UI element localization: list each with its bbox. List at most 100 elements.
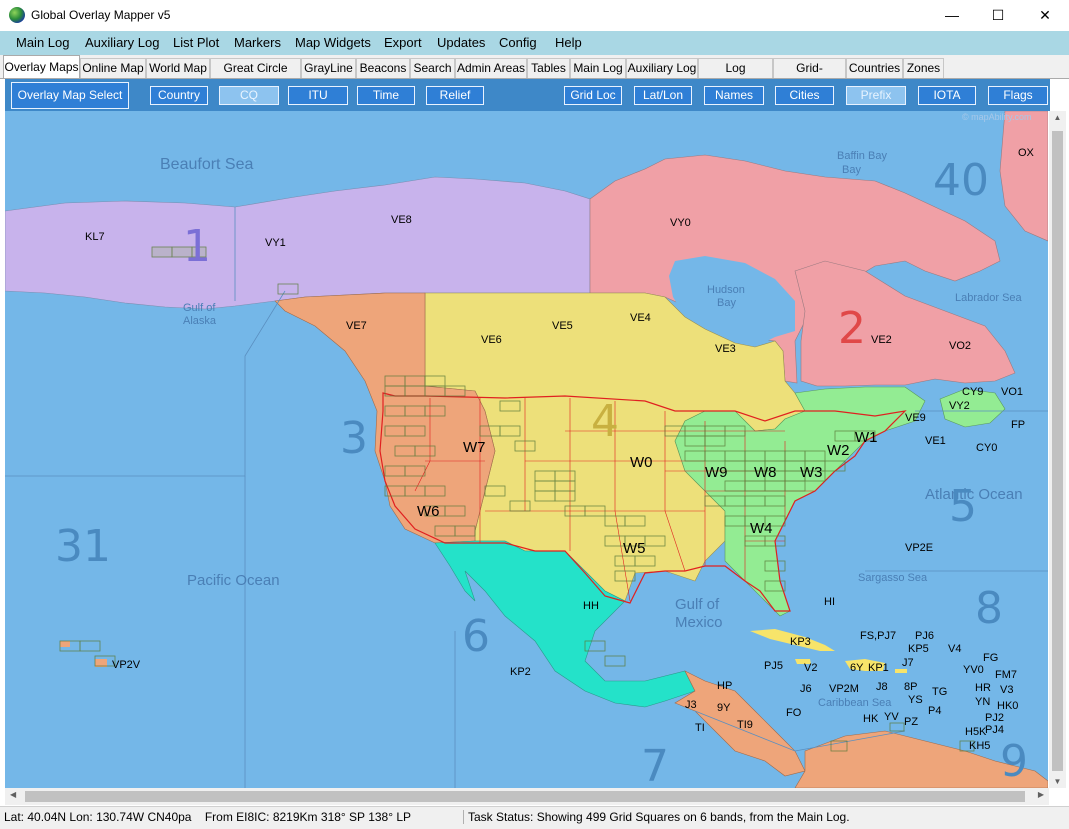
scroll-up-icon[interactable]: ▲ [1049,113,1066,122]
tab-main-log[interactable]: Main Log [570,58,626,78]
prefix-label: VE8 [391,214,412,226]
tab-tables[interactable]: Tables [527,58,570,78]
tab-overlay-maps[interactable]: Overlay Maps [3,55,80,78]
prefix-button[interactable]: Prefix [846,86,906,105]
tab-search[interactable]: Search [410,58,455,78]
lat-lon-button[interactable]: Lat/Lon [634,86,692,105]
zone-number: 31 [55,521,111,572]
prefix-label: FG [983,652,998,664]
prefix-label: FO [786,707,802,719]
call-area-label: W7 [463,439,486,456]
map-canvas[interactable]: Beaufort Sea Baffin Bay Bay Hudson Bay G… [5,111,1048,788]
sea-label: Sargasso Sea [858,572,928,584]
names-button[interactable]: Names [704,86,764,105]
tab-online-map[interactable]: Online Map [80,58,146,78]
menu-main-log[interactable]: Main Log [16,35,69,50]
scroll-left-icon[interactable]: ◀ [10,790,16,799]
sea-label: Baffin Bay [837,150,887,162]
prefix-label: VE2 [871,334,892,346]
prefix-label: PJ6 [915,630,934,642]
prefix-label: PZ [904,716,918,728]
menu-help[interactable]: Help [555,35,582,50]
tab-grayline[interactable]: GrayLine [301,58,356,78]
prefix-label: VE9 [905,412,926,424]
prefix-label: 6Y [850,662,864,674]
prefix-label: VE1 [925,435,946,447]
menu-updates[interactable]: Updates [437,35,485,50]
tab-countries[interactable]: Countries [846,58,903,78]
tab-admin-areas[interactable]: Admin Areas [455,58,527,78]
call-area-label: W5 [623,540,646,557]
sea-label: Gulf of [183,302,216,314]
iota-button[interactable]: IOTA [918,86,976,105]
prefix-label: FM7 [995,669,1017,681]
prefix-label: V4 [948,643,961,655]
relief-button[interactable]: Relief [426,86,484,105]
flags-button[interactable]: Flags [988,86,1048,105]
prefix-label: VE7 [346,320,367,332]
grid-loc-button[interactable]: Grid Loc [564,86,622,105]
prefix-label: HK [863,713,879,725]
overlay-map[interactable]: Beaufort Sea Baffin Bay Bay Hudson Bay G… [5,111,1048,788]
sea-label: Beaufort Sea [160,156,254,173]
menu-list-plot[interactable]: List Plot [173,35,219,50]
prefix-label: KL7 [85,231,105,243]
overlay-toolbar: Overlay Map Select Country CQ ITU Time R… [5,79,1050,111]
menu-config[interactable]: Config [499,35,537,50]
tab-zones[interactable]: Zones [903,58,944,78]
longitude-value: Lon: 130.74W [69,810,145,824]
sea-label: Gulf of [675,596,720,613]
prefix-label: HP [717,680,732,692]
menu-export[interactable]: Export [384,35,422,50]
prefix-label: OX [1018,147,1035,159]
sea-label: Mexico [675,614,723,631]
title-bar: Global Overlay Mapper v5 — ☐ ✕ [0,0,1069,31]
call-area-label: W1 [855,429,878,446]
menu-auxiliary-log[interactable]: Auxiliary Log [85,35,159,50]
sea-label: Bay [842,164,861,176]
tab-beacons[interactable]: Beacons [356,58,410,78]
prefix-label: CY0 [976,442,997,454]
prefix-label: YN [975,696,990,708]
tab-grid-squares[interactable]: Grid-Squares [773,58,846,94]
cq-button[interactable]: CQ [219,86,279,105]
maximize-button[interactable]: ☐ [975,0,1021,31]
close-button[interactable]: ✕ [1022,0,1068,31]
prefix-label: PJ4 [985,724,1004,736]
prefix-label: J3 [685,699,697,711]
prefix-label: H5K [965,726,987,738]
time-button[interactable]: Time [357,86,415,105]
prefix-label: KP3 [790,636,811,648]
grid-locator-value: CN40pa [147,810,192,824]
prefix-label: VE6 [481,334,502,346]
zone-2-mainland [794,260,1016,387]
sea-label: Hudson [707,284,745,296]
prefix-label: VP2E [905,542,933,554]
greenland [999,111,1048,242]
cities-button[interactable]: Cities [775,86,834,105]
tab-world-map[interactable]: World Map [146,58,210,78]
horizontal-scroll-thumb[interactable] [25,791,1025,802]
distance-value: From EI8IC: 8219Km [204,810,318,824]
scroll-right-icon[interactable]: ▶ [1038,790,1044,799]
menu-markers[interactable]: Markers [234,35,281,50]
prefix-label: VP2M [829,683,859,695]
prefix-label: V2 [804,662,817,674]
zone-1-region [5,176,591,310]
overlay-map-select-button[interactable]: Overlay Map Select [11,82,129,109]
vertical-scroll-thumb[interactable] [1052,131,1063,771]
tab-great-circle-map[interactable]: Great Circle Map [210,58,301,94]
country-button[interactable]: Country [150,86,208,105]
horizontal-scrollbar[interactable]: ◀ ▶ [5,788,1049,805]
itu-button[interactable]: ITU [288,86,348,105]
tab-auxiliary-log[interactable]: Auxiliary Log [626,58,698,78]
tab-log-summary[interactable]: Log Summary [698,58,773,94]
zone-boundary [5,290,286,477]
call-area-label: W0 [630,454,653,471]
minimize-button[interactable]: — [929,0,975,31]
zone-number: 6 [462,611,490,662]
sea-label: Alaska [183,315,217,327]
vertical-scrollbar[interactable]: ▲ ▼ [1049,111,1066,788]
scroll-down-icon[interactable]: ▼ [1049,777,1066,786]
menu-map-widgets[interactable]: Map Widgets [295,35,371,50]
